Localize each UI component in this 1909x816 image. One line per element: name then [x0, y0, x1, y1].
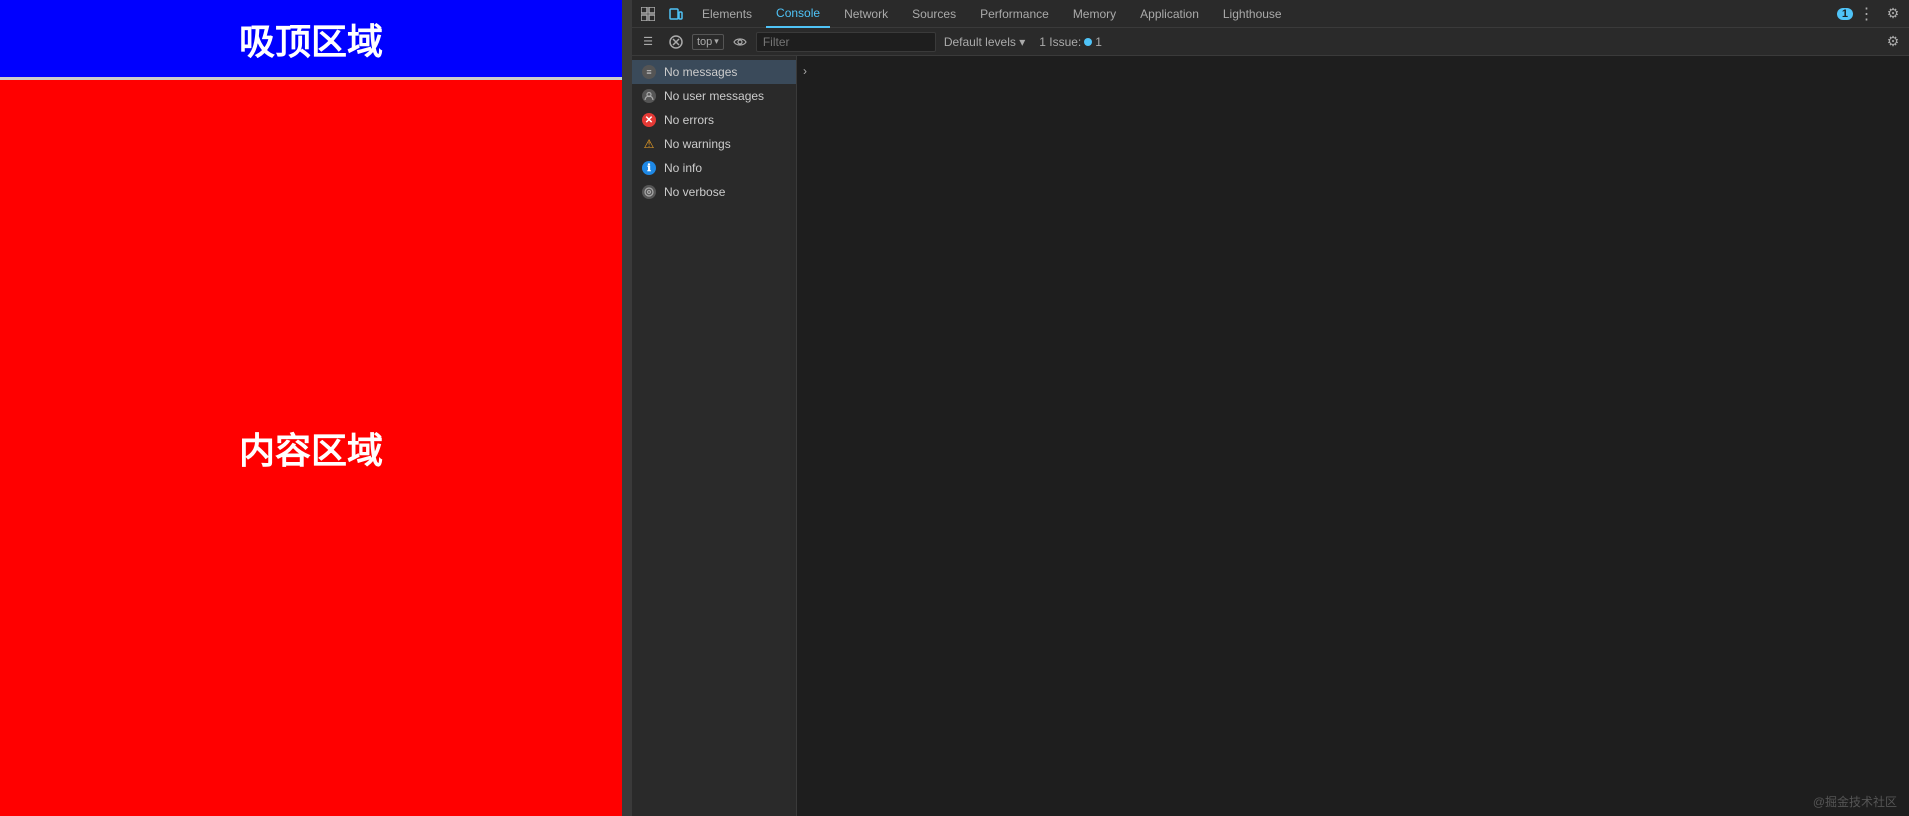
console-item-no-warnings[interactable]: ⚠ No warnings: [632, 132, 796, 156]
page-area: 吸顶区域 内容区域: [0, 0, 622, 816]
tab-network[interactable]: Network: [834, 0, 898, 28]
user-messages-icon: [642, 89, 656, 103]
default-levels-button[interactable]: Default levels ▾: [940, 33, 1029, 51]
devtools-topbar: Elements Console Network Sources Perform…: [632, 0, 1909, 28]
messages-icon: ≡: [642, 65, 656, 79]
top-right-icons: 1 ⋮ ⚙: [1837, 2, 1905, 26]
tab-memory[interactable]: Memory: [1063, 0, 1126, 28]
console-item-no-user-messages[interactable]: No user messages: [632, 84, 796, 108]
tab-elements[interactable]: Elements: [692, 0, 762, 28]
sticky-header: 吸顶区域: [0, 0, 622, 80]
console-dropdown: ≡ No messages No user messages ✕ No erro…: [632, 56, 797, 816]
content-area: 内容区域: [0, 80, 622, 816]
warnings-icon: ⚠: [642, 137, 656, 151]
badge-count: 1: [1837, 8, 1853, 20]
inspect-icon[interactable]: [636, 2, 660, 26]
more-options-icon[interactable]: ⋮: [1855, 2, 1879, 26]
tab-performance[interactable]: Performance: [970, 0, 1059, 28]
console-item-no-errors[interactable]: ✕ No errors: [632, 108, 796, 132]
devtools-content: ≡ No messages No user messages ✕ No erro…: [632, 56, 1909, 816]
devtools-panel: Elements Console Network Sources Perform…: [632, 0, 1909, 816]
filter-input[interactable]: [756, 32, 936, 52]
verbose-icon: [642, 185, 656, 199]
clear-console-icon[interactable]: [664, 30, 688, 54]
context-selector[interactable]: top ▾: [692, 34, 724, 50]
sticky-header-text: 吸顶区域: [239, 13, 383, 65]
issues-dot: [1084, 38, 1092, 46]
settings-icon[interactable]: ⚙: [1881, 2, 1905, 26]
console-item-no-verbose[interactable]: No verbose: [632, 180, 796, 204]
tab-application[interactable]: Application: [1130, 0, 1209, 28]
tab-console[interactable]: Console: [766, 0, 830, 28]
chevron-right-icon: ›: [803, 64, 807, 78]
eye-icon[interactable]: [728, 30, 752, 54]
scrollbar[interactable]: [622, 0, 632, 816]
console-item-no-messages[interactable]: ≡ No messages: [632, 60, 796, 84]
devtools-toolbar2: ☰ top ▾ Default levels ▾ 1 Issue: 1: [632, 28, 1909, 56]
tab-sources[interactable]: Sources: [902, 0, 966, 28]
console-output: ›: [797, 56, 1909, 816]
console-settings-icon[interactable]: ⚙: [1881, 30, 1905, 54]
issues-button[interactable]: 1 Issue: 1: [1033, 33, 1108, 51]
tab-lighthouse[interactable]: Lighthouse: [1213, 0, 1292, 28]
console-list-icon[interactable]: ☰: [636, 30, 660, 54]
watermark: @掘金技术社区: [1813, 793, 1897, 810]
info-icon: ℹ: [642, 161, 656, 175]
content-text: 内容区域: [239, 422, 383, 474]
console-item-no-info[interactable]: ℹ No info: [632, 156, 796, 180]
device-toggle-icon[interactable]: [664, 2, 688, 26]
errors-icon: ✕: [642, 113, 656, 127]
